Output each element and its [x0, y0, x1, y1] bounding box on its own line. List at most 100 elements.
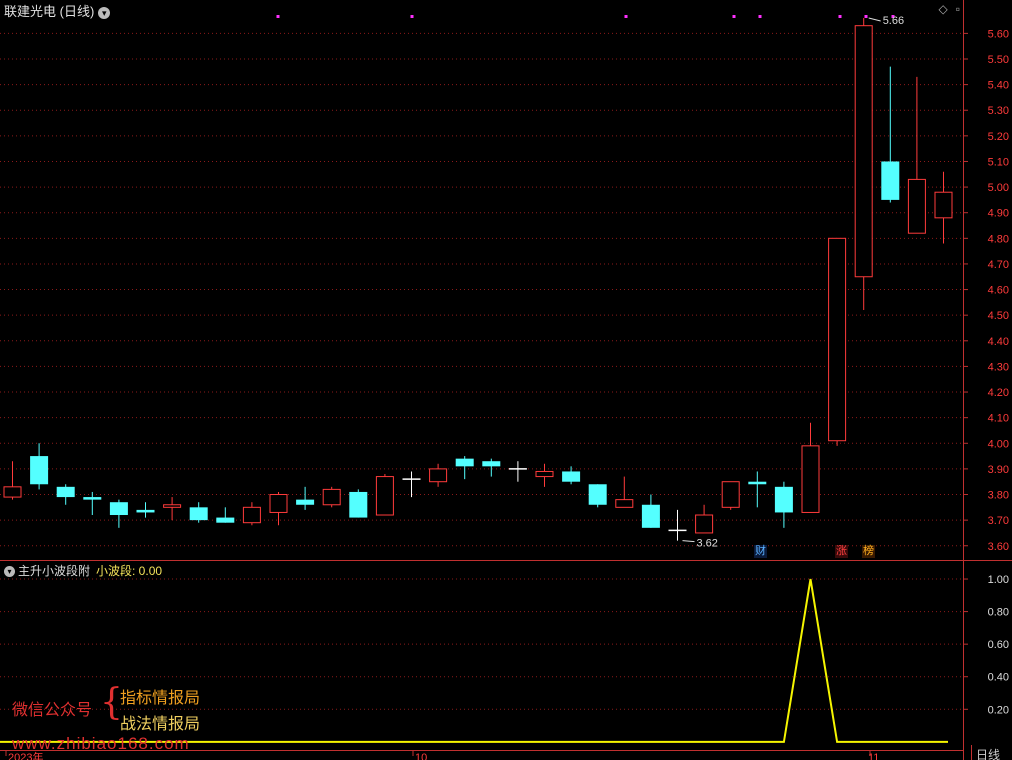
candle — [83, 491, 102, 516]
signal-dot — [864, 15, 868, 18]
candle-body — [641, 504, 660, 528]
candle — [934, 171, 953, 244]
price-tick-label: 5.60 — [988, 28, 1009, 40]
price-tick-label: 4.50 — [988, 310, 1009, 322]
candle — [402, 471, 421, 498]
price-tick-label: 3.90 — [988, 464, 1009, 476]
candle — [668, 509, 687, 541]
candle-body — [748, 481, 767, 485]
candle-body — [83, 497, 102, 500]
candle-body — [163, 504, 182, 508]
candle-body — [854, 25, 873, 278]
candle — [136, 502, 155, 518]
candle — [881, 66, 900, 203]
candle-body — [136, 509, 155, 513]
signal-dot — [838, 15, 842, 18]
dragon-tiger-badge[interactable]: 榜 — [862, 545, 875, 558]
price-tick-label: 4.10 — [988, 413, 1009, 425]
price-tick-label: 4.00 — [988, 438, 1009, 450]
candle — [774, 481, 793, 528]
candle — [828, 237, 847, 446]
candle — [455, 456, 474, 480]
candle-body — [695, 514, 714, 534]
signal-dot — [410, 15, 414, 18]
signal-dot — [732, 15, 736, 18]
candle — [721, 481, 740, 510]
indicator-tick-label: 1.00 — [988, 574, 1009, 586]
candle-body — [934, 191, 953, 219]
price-tick-label: 5.40 — [988, 80, 1009, 92]
candle-body — [562, 471, 581, 482]
indicator-title: ▾ 主升小波段附 小波段: 0.00 — [4, 562, 162, 579]
price-tick-label: 5.00 — [988, 182, 1009, 194]
period-button[interactable]: 日线 — [976, 748, 1000, 760]
stock-name: 联建光电 (日线) — [4, 4, 95, 19]
price-tick-label: 4.70 — [988, 259, 1009, 271]
candle-body — [189, 507, 208, 521]
price-tick-label: 5.30 — [988, 105, 1009, 117]
price-tick-label: 3.70 — [988, 515, 1009, 527]
candle — [641, 494, 660, 528]
candle — [907, 76, 926, 234]
candle — [322, 486, 341, 508]
candle — [30, 443, 49, 490]
annotation-leader — [868, 17, 881, 22]
indicator-tick-label: 0.40 — [988, 672, 1009, 684]
candle-body — [482, 461, 501, 467]
candle — [615, 476, 634, 508]
candle — [854, 18, 873, 311]
candle-body — [801, 445, 820, 513]
candle — [588, 484, 607, 508]
candle — [109, 499, 128, 528]
candle — [508, 461, 527, 482]
candle-body — [322, 488, 341, 506]
indicator-tick-label: 0.60 — [988, 639, 1009, 651]
price-tick-label: 3.60 — [988, 541, 1009, 553]
window-controls: ◇ ▫ — [931, 2, 961, 16]
date-label: 10 — [415, 752, 427, 760]
candle — [429, 463, 448, 487]
candle — [189, 502, 208, 523]
candle-body — [721, 481, 740, 508]
watermark-line1: 指标情报局 — [120, 690, 201, 707]
candle-body — [30, 456, 49, 485]
candle-body — [774, 486, 793, 513]
limit-up-badge[interactable]: 涨 — [835, 545, 848, 558]
candle — [801, 422, 820, 513]
candle-body — [881, 161, 900, 200]
price-tick-label: 5.10 — [988, 156, 1009, 168]
chevron-down-icon[interactable]: ▾ — [98, 6, 111, 19]
candle-body — [3, 486, 22, 498]
price-tick-label: 4.80 — [988, 233, 1009, 245]
window-icon[interactable]: ▫ — [956, 2, 960, 16]
signal-markers — [276, 15, 895, 18]
candle — [535, 463, 554, 487]
candle — [296, 486, 315, 510]
price-tick-label: 4.90 — [988, 208, 1009, 220]
signal-dot — [758, 15, 762, 18]
watermark-wechat: 微信公众号 — [12, 702, 93, 719]
candle-body — [109, 502, 128, 516]
candle-body — [375, 476, 394, 516]
annotation-leader — [682, 540, 695, 543]
signal-dot — [624, 15, 628, 18]
candle-body — [242, 506, 261, 524]
chevron-down-icon[interactable]: ▾ — [4, 566, 15, 578]
diamond-icon[interactable]: ◇ — [939, 2, 948, 16]
candle — [163, 497, 182, 521]
candle-body — [828, 237, 847, 442]
candle — [56, 484, 75, 505]
finance-badge[interactable]: 财 — [754, 545, 767, 558]
candle-body — [615, 499, 634, 508]
chart-canvas[interactable]: 3.60 3.70 3.80 3.90 4.00 4.10 4.20 4.30 4.40 4.50… — [0, 0, 1012, 760]
high-price-label: 5.66 — [883, 15, 904, 27]
candle — [242, 502, 261, 526]
candle-body — [269, 494, 288, 513]
indicator-tick-label: 0.80 — [988, 607, 1009, 619]
candle-body — [429, 468, 448, 483]
low-price-label: 3.62 — [697, 538, 718, 550]
candle-body — [907, 178, 926, 234]
candle — [748, 471, 767, 508]
price-tick-label: 5.20 — [988, 131, 1009, 143]
price-tick-label: 4.60 — [988, 285, 1009, 297]
